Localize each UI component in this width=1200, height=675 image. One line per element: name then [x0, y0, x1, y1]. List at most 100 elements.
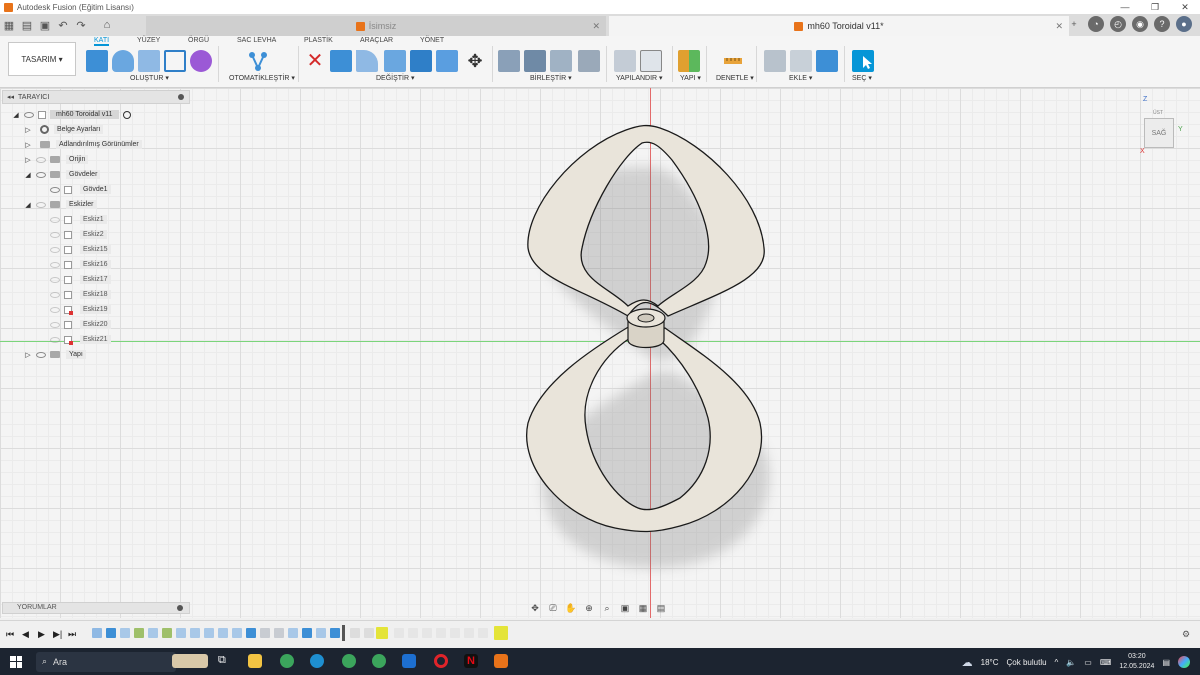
- tab-untitled[interactable]: İsimsiz ✕: [146, 16, 606, 36]
- group-inspect[interactable]: DENETLE ▾: [716, 74, 754, 82]
- chrome-icon[interactable]: [280, 654, 294, 668]
- close-tab-icon[interactable]: ✕: [592, 21, 600, 32]
- network-icon[interactable]: ▭: [1084, 658, 1092, 667]
- move-icon[interactable]: ✥: [464, 50, 486, 72]
- browser-root-node[interactable]: ◢ mh60 Toroidal v11: [12, 107, 131, 122]
- weather-temp[interactable]: 18°C: [981, 658, 999, 667]
- timeline-feature[interactable]: [204, 628, 214, 638]
- delete-icon[interactable]: ✕: [304, 50, 326, 72]
- browser-header[interactable]: ◂◂ TARAYICI: [2, 90, 190, 104]
- activate-radio-icon[interactable]: [122, 110, 131, 119]
- mail-icon[interactable]: [402, 654, 416, 668]
- apps-grid-icon[interactable]: ▦: [0, 16, 18, 34]
- visibility-eye-icon[interactable]: [50, 336, 60, 343]
- tab-mesh[interactable]: ÖRGÜ: [188, 37, 209, 44]
- configure-icon[interactable]: [614, 50, 636, 72]
- combine-icon[interactable]: [410, 50, 432, 72]
- close-window-button[interactable]: ✕: [1170, 0, 1200, 14]
- timeline-feature[interactable]: [148, 628, 158, 638]
- volume-icon[interactable]: 🔈: [1066, 658, 1076, 667]
- insert-derive-icon[interactable]: [764, 50, 786, 72]
- group-modify[interactable]: DEĞİŞTİR ▾: [376, 74, 415, 82]
- visibility-eye-icon[interactable]: [36, 156, 46, 163]
- expand-icon[interactable]: ▷: [24, 141, 32, 149]
- shell-icon[interactable]: [384, 50, 406, 72]
- home-icon[interactable]: ⌂: [98, 16, 116, 34]
- viewports-icon[interactable]: ▤: [654, 603, 668, 613]
- workspace-switcher[interactable]: TASARIM ▾: [8, 42, 76, 76]
- press-pull-icon[interactable]: [330, 50, 352, 72]
- visibility-eye-icon[interactable]: [24, 111, 34, 118]
- timeline-feature[interactable]: [274, 628, 284, 638]
- timeline-feature-suppressed[interactable]: [450, 628, 460, 638]
- group-automate[interactable]: OTOMATİKLEŞTİR ▾: [229, 74, 295, 82]
- visibility-eye-icon[interactable]: [50, 216, 60, 223]
- zoom-icon[interactable]: ⊕: [582, 603, 596, 613]
- chrome-profile-2-icon[interactable]: [372, 654, 386, 668]
- timeline-feature[interactable]: [106, 628, 116, 638]
- colorful-app-icon[interactable]: [1178, 656, 1190, 668]
- fillet-icon[interactable]: [356, 50, 378, 72]
- insert-mesh-icon[interactable]: [790, 50, 812, 72]
- form-icon[interactable]: [190, 50, 212, 72]
- view-cube[interactable]: Z ÜST SAĞ Y X: [1140, 96, 1183, 155]
- file-menu-icon[interactable]: ▤: [18, 16, 36, 34]
- weather-icon[interactable]: ☁: [962, 656, 973, 669]
- orbit-icon[interactable]: ✥: [528, 603, 542, 613]
- tab-solid[interactable]: KATI: [94, 37, 110, 46]
- new-component-icon[interactable]: [86, 50, 108, 72]
- timeline-feature[interactable]: [176, 628, 186, 638]
- timeline-feature-suppressed[interactable]: [422, 628, 432, 638]
- browser-item-body1[interactable]: Gövde1: [46, 182, 111, 197]
- extensions-icon[interactable]: ◔: [1088, 16, 1104, 32]
- timeline-feature-highlight[interactable]: [494, 626, 508, 640]
- close-tab-icon[interactable]: ✕: [1055, 21, 1063, 32]
- timeline-settings-gear-icon[interactable]: ⚙: [1182, 629, 1190, 640]
- rigid-group-icon[interactable]: [578, 50, 600, 72]
- select-icon[interactable]: [852, 50, 874, 72]
- sketch-item[interactable]: Eskiz18: [46, 287, 111, 302]
- file-explorer-icon[interactable]: [248, 654, 262, 668]
- job-status-icon[interactable]: ◴: [1110, 16, 1126, 32]
- insert-image-icon[interactable]: [816, 50, 838, 72]
- browser-item-origin[interactable]: ▷ Orijin: [24, 152, 89, 167]
- table-icon[interactable]: [640, 50, 662, 72]
- visibility-eye-icon[interactable]: [50, 306, 60, 313]
- visibility-eye-icon[interactable]: [36, 351, 46, 358]
- chrome-profile-icon[interactable]: [342, 654, 356, 668]
- sketch-item[interactable]: Eskiz2: [46, 227, 107, 242]
- expand-icon[interactable]: ◢: [12, 111, 20, 119]
- revolve-icon[interactable]: [138, 50, 160, 72]
- comments-panel[interactable]: YORUMLAR: [2, 602, 190, 614]
- view-cube-right-face[interactable]: SAĞ: [1144, 118, 1174, 148]
- timeline-feature[interactable]: [288, 628, 298, 638]
- group-create[interactable]: OLUŞTUR ▾: [130, 74, 169, 82]
- visibility-eye-icon[interactable]: [50, 261, 60, 268]
- tab-surface[interactable]: YÜZEY: [137, 37, 160, 44]
- go-to-end-icon[interactable]: ⏭: [68, 629, 76, 640]
- step-back-icon[interactable]: ◀: [22, 629, 29, 640]
- step-forward-icon[interactable]: ▶|: [53, 629, 62, 640]
- visibility-eye-icon[interactable]: [50, 291, 60, 298]
- display-settings-icon[interactable]: ▣: [618, 603, 632, 613]
- group-insert[interactable]: EKLE ▾: [789, 74, 812, 82]
- sketch-icon[interactable]: [164, 50, 186, 72]
- expand-icon[interactable]: ◢: [24, 201, 32, 209]
- group-construct[interactable]: YAPI ▾: [680, 74, 701, 82]
- extrude-icon[interactable]: [112, 50, 134, 72]
- visibility-eye-icon[interactable]: [50, 276, 60, 283]
- timeline-feature[interactable]: [302, 628, 312, 638]
- show-hidden-icons-icon[interactable]: ^: [1055, 658, 1059, 667]
- visibility-eye-icon[interactable]: [36, 201, 46, 208]
- play-icon[interactable]: ▶: [38, 629, 45, 640]
- sketch-item[interactable]: Eskiz21: [46, 332, 111, 347]
- expand-icon[interactable]: ▷: [24, 351, 32, 359]
- expand-icon[interactable]: ▷: [24, 156, 32, 164]
- timeline-feature[interactable]: [92, 628, 102, 638]
- timeline-feature-suppressed[interactable]: [394, 628, 404, 638]
- timeline-feature[interactable]: [246, 628, 256, 638]
- timeline-feature[interactable]: [120, 628, 130, 638]
- panel-pin-icon[interactable]: [177, 605, 183, 611]
- undo-icon[interactable]: ↶: [54, 16, 72, 34]
- notification-center-icon[interactable]: ▤: [1162, 658, 1170, 667]
